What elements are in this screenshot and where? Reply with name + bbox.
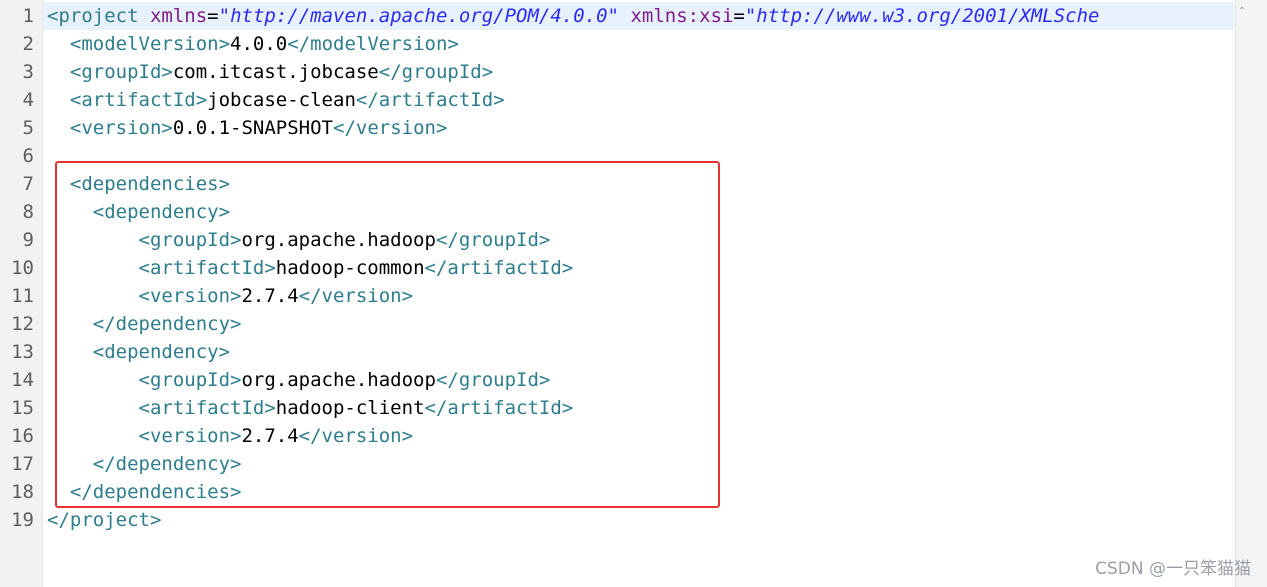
line-number: 19 [11,509,34,531]
watermark: CSDN @一只笨猫猫 [1095,559,1251,579]
line-number: 10 [11,257,34,279]
tag-open: <groupId> [69,61,173,83]
line-number: 2 [22,33,34,55]
line-number: 9 [22,229,34,251]
attribute-value: "http://maven.apache.org/POM/4.0.0" [218,5,619,27]
element-text: jobcase-clean [207,89,356,111]
line-number: 3 [22,61,34,83]
line-number: 18 [11,481,34,503]
element-text: com.itcast.jobcase [172,61,379,83]
code-line-19: </project> [47,506,161,534]
vertical-scrollbar[interactable] [1235,0,1267,587]
dependencies-highlight-box [55,161,720,508]
equals-sign: = [207,5,219,27]
tag-open: <version> [69,117,173,139]
line-number: 4 [22,89,34,111]
tag-close: </version> [333,117,448,139]
line-number: 15 [11,397,34,419]
attribute-name: xmlns:xsi [630,5,734,27]
line-number: 16 [11,425,34,447]
tag-open: <artifactId> [69,89,208,111]
code-line-1: <project xmlns="http://maven.apache.org/… [47,2,1099,30]
line-number: 8 [22,201,34,223]
code-line-2: <modelVersion>4.0.0</modelVersion> [47,30,459,58]
tag-close: </modelVersion> [287,33,459,55]
line-number: 17 [11,453,34,475]
attribute-name: xmlns [149,5,208,27]
tag-open: <modelVersion> [69,33,231,55]
chevron-up-icon[interactable]: ⌃ [1236,6,1248,18]
element-text: 0.0.1-SNAPSHOT [172,117,333,139]
line-number: 6 [22,145,34,167]
line-number: 1 [22,5,34,27]
tag-close: </artifactId> [355,89,505,111]
line-number: 5 [22,117,34,139]
code-line-5: <version>0.0.1-SNAPSHOT</version> [47,114,448,142]
code-line-3: <groupId>com.itcast.jobcase</groupId> [47,58,493,86]
line-number: 12 [11,313,34,335]
element-text: 4.0.0 [230,33,288,55]
attribute-value: "http://www.w3.org/2001/XMLSche [744,5,1100,27]
equals-sign: = [733,5,745,27]
line-number: 7 [22,173,34,195]
gutter-divider [42,0,43,587]
line-number: 11 [11,285,34,307]
tag-open-project: <project [47,5,139,27]
tag-close: </groupId> [378,61,494,83]
line-number: 14 [11,369,34,391]
line-number: 13 [11,341,34,363]
code-line-4: <artifactId>jobcase-clean</artifactId> [47,86,505,114]
tag-close: </project> [47,509,162,531]
